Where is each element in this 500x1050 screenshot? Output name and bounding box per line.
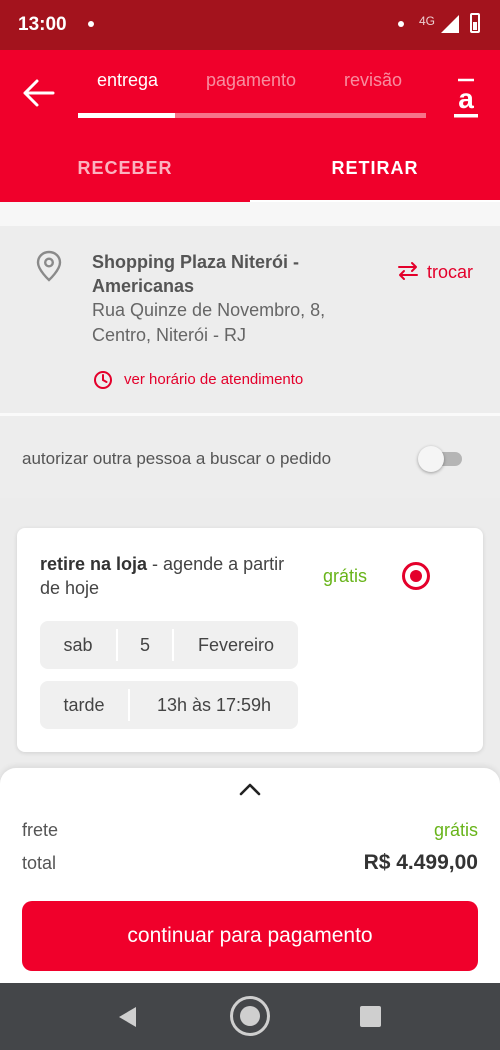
- total-label: total: [22, 853, 57, 873]
- swap-arrows-icon[interactable]: [397, 261, 419, 281]
- radio-selected-dot: [410, 570, 422, 582]
- pickup-day[interactable]: 5: [118, 621, 172, 669]
- change-store-link[interactable]: trocar: [427, 262, 473, 283]
- status-bar: 13:00 4G: [0, 0, 500, 50]
- store-address: Rua Quinze de Novembro, 8, Centro, Niter…: [92, 300, 326, 345]
- pickup-period[interactable]: tarde: [40, 681, 128, 729]
- americanas-logo-icon[interactable]: a: [452, 78, 480, 120]
- authorize-toggle[interactable]: [418, 446, 464, 472]
- toggle-thumb: [418, 446, 444, 472]
- pickup-month[interactable]: Fevereiro: [174, 621, 298, 669]
- pickup-option-price: grátis: [323, 566, 368, 586]
- delivery-tabs: RECEBER RETIRAR: [0, 148, 500, 202]
- pickup-weekday[interactable]: sab: [40, 621, 116, 669]
- notification-dot-icon: [88, 21, 94, 27]
- arrow-left-icon[interactable]: [22, 78, 56, 108]
- pickup-time-selector[interactable]: tarde 13h às 17:59h: [40, 681, 298, 729]
- step-revisao[interactable]: revisão: [344, 70, 402, 91]
- checkout-header: entrega pagamento revisão a RECEBER RETI…: [0, 50, 500, 203]
- store-name: Shopping Plaza Niterói - Americanas: [92, 252, 300, 296]
- signal-icon: [441, 15, 459, 33]
- checkout-progress-bar: [78, 113, 426, 118]
- pickup-option-title-bold: retire na loja: [40, 554, 148, 574]
- authorize-label: autorizar outra pessoa a buscar o pedido: [22, 449, 332, 468]
- battery-icon: [470, 13, 480, 33]
- checkout-progress-fill: [78, 113, 176, 118]
- clock-icon[interactable]: [93, 370, 113, 390]
- system-nav-bar: [0, 983, 500, 1050]
- pickup-date-selector[interactable]: sab 5 Fevereiro: [40, 621, 298, 669]
- nav-back-icon[interactable]: [116, 1005, 138, 1029]
- nav-home-inner: [240, 1006, 260, 1026]
- order-summary-sheet: frete grátis total R$ 4.499,00 continuar…: [0, 768, 500, 983]
- authorize-row: autorizar outra pessoa a buscar o pedido: [0, 416, 500, 498]
- notification-dot-icon: [398, 21, 404, 27]
- svg-text:a: a: [458, 83, 474, 114]
- location-pin-icon: [36, 250, 62, 282]
- continue-to-payment-button[interactable]: continuar para pagamento: [22, 901, 478, 971]
- tab-receber[interactable]: RECEBER: [0, 148, 250, 202]
- total-value: R$ 4.499,00: [363, 851, 478, 874]
- pickup-time-range[interactable]: 13h às 17:59h: [130, 681, 298, 729]
- pickup-option-radio[interactable]: [402, 562, 430, 590]
- step-entrega[interactable]: entrega: [97, 70, 158, 91]
- chevron-up-icon[interactable]: [238, 782, 262, 796]
- step-pagamento[interactable]: pagamento: [206, 70, 296, 91]
- store-section: Shopping Plaza Niterói - Americanas Rua …: [0, 226, 500, 413]
- tab-retirar[interactable]: RETIRAR: [250, 148, 500, 202]
- nav-home-icon[interactable]: [230, 996, 270, 1036]
- shipping-label: frete: [22, 820, 59, 840]
- pickup-option-card[interactable]: retire na loja - agende a partir de hoje…: [17, 528, 483, 752]
- status-time: 13:00: [18, 14, 67, 35]
- spacer: [0, 202, 500, 226]
- opening-hours-link[interactable]: ver horário de atendimento: [124, 371, 303, 388]
- pickup-option-title: retire na loja - agende a partir de hoje: [40, 552, 300, 600]
- nav-recents-icon[interactable]: [360, 1006, 381, 1027]
- network-type: 4G: [419, 14, 436, 28]
- shipping-value: grátis: [433, 820, 478, 840]
